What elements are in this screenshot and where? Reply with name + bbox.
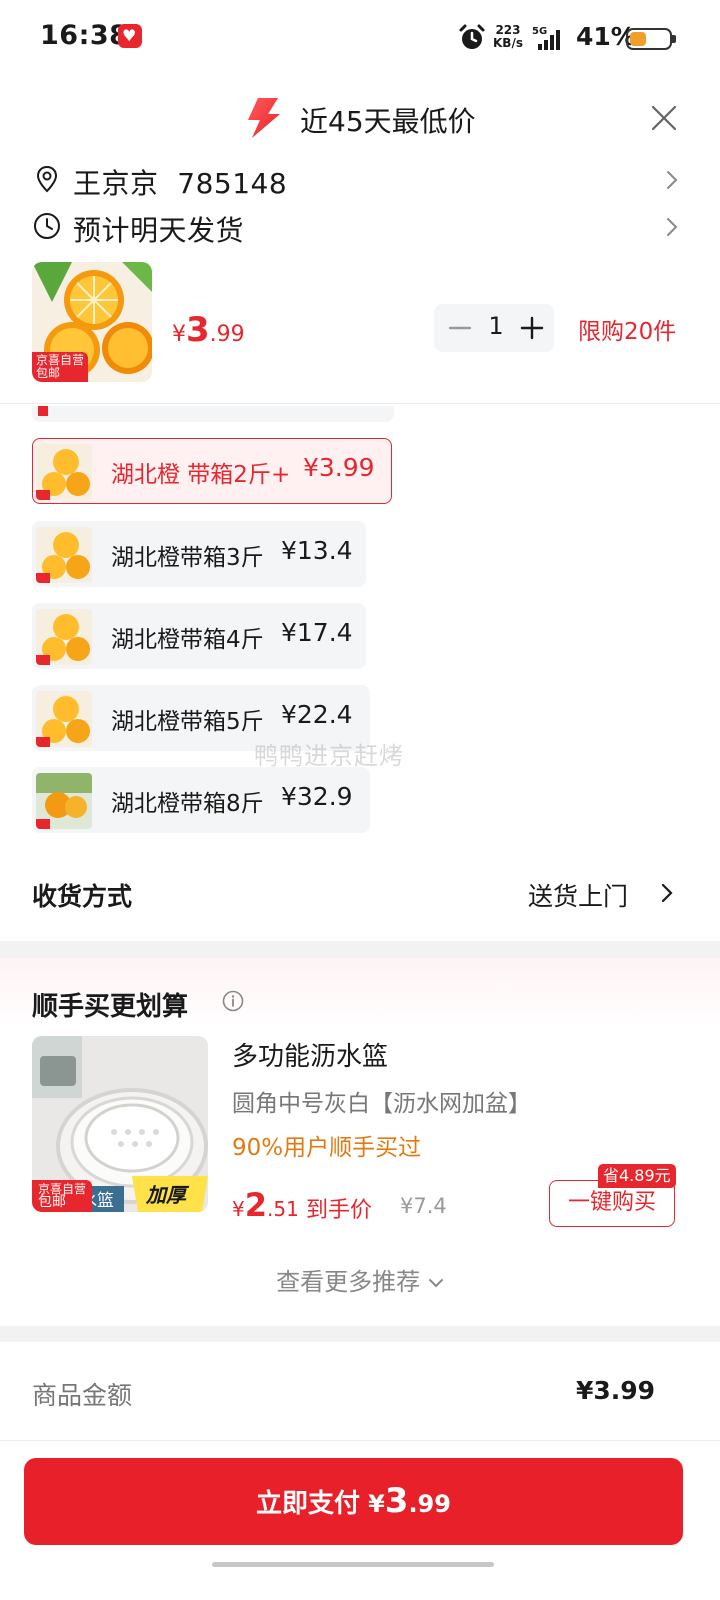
price-decimal: .51: [267, 1197, 299, 1221]
recommended-product-tag: 90%用户顺手买过: [232, 1135, 422, 1161]
pay-integer: 3: [384, 1481, 409, 1521]
original-price: ¥7.4: [400, 1194, 447, 1218]
price-integer: 2: [244, 1186, 267, 1224]
variant-price: ¥22.4: [281, 700, 353, 729]
price-symbol: ¥: [232, 1197, 245, 1221]
network-type: 5G: [532, 26, 547, 37]
receive-method-label: 收货方式: [32, 882, 133, 911]
variant-option[interactable]: 湖北橙带箱4斤 ¥17.4: [32, 603, 366, 669]
alarm-icon: [459, 24, 485, 49]
clock-icon: [34, 213, 60, 239]
recommended-product-spec: 圆角中号灰白【沥水网加盆】: [232, 1091, 531, 1117]
info-icon[interactable]: [222, 990, 244, 1012]
thumb-text-thick: 加厚: [145, 1183, 190, 1207]
recommended-product-name[interactable]: 多功能沥水篮: [232, 1036, 388, 1073]
variant-option[interactable]: 湖北橙带箱8斤 ¥32.9: [32, 767, 370, 833]
goods-amount-value: ¥3.99: [576, 1376, 656, 1405]
variant-price: ¥13.4: [281, 536, 353, 565]
address-row[interactable]: 王京京 785148: [0, 160, 720, 200]
pay-decimal: .99: [408, 1490, 451, 1518]
variant-thumbnail: [36, 773, 92, 829]
variant-name: 湖北橙带箱8斤: [111, 791, 264, 817]
signal-icon: 5G: [532, 26, 560, 50]
section-separator: [0, 941, 720, 958]
product-price: ¥3.99: [172, 310, 245, 350]
chevron-down-icon: [428, 1279, 443, 1288]
plus-icon[interactable]: [518, 314, 546, 342]
price-symbol: ¥: [172, 322, 186, 347]
chevron-right-icon: [667, 218, 678, 236]
price-integer: 3: [186, 310, 210, 350]
self-operated-badge: 京喜自营 包邮: [32, 352, 89, 382]
variant-price: ¥32.9: [281, 782, 353, 811]
receive-method-value: 送货上门: [528, 882, 629, 911]
page-title: 近45天最低价: [300, 105, 476, 138]
divider: [0, 403, 720, 404]
final-price-label: 到手价: [306, 1198, 373, 1223]
status-bar: 16:38 223 KB/s 5G 41%: [0, 0, 720, 76]
lightning-icon: [248, 98, 280, 138]
delivery-time-row[interactable]: 预计明天发货: [0, 207, 720, 247]
variant-price: ¥17.4: [281, 618, 353, 647]
variant-name: 湖北橙带箱4斤: [111, 627, 264, 653]
savings-badge: 省4.89元: [598, 1164, 676, 1188]
battery-icon: [626, 28, 676, 50]
net-speed-unit: KB/s: [493, 36, 523, 50]
purchase-limit: 限购20件: [578, 319, 677, 345]
app-notification-icon: [118, 24, 142, 48]
more-recommendations-label: 查看更多推荐: [276, 1268, 421, 1296]
close-icon[interactable]: [650, 104, 678, 132]
price-decimal: .99: [209, 322, 245, 347]
variant-name: 湖北橙带箱3斤: [111, 545, 264, 571]
quantity-value[interactable]: 1: [486, 312, 506, 340]
badge-line2: 包邮: [36, 366, 61, 380]
location-pin-icon: [36, 165, 58, 193]
pay-label: 立即支付: [256, 1489, 361, 1519]
variant-option[interactable]: 湖北橙 带箱2斤+ ¥3.99: [32, 438, 392, 504]
variant-thumbnail: [36, 691, 92, 747]
goods-amount-label: 商品金额: [32, 1381, 133, 1410]
chevron-right-icon: [667, 171, 678, 189]
minus-icon[interactable]: [446, 314, 474, 342]
watermark-text: 鸭鸭进京赶烤: [254, 742, 404, 770]
quantity-stepper: 1: [434, 304, 554, 352]
variant-option-partial[interactable]: [32, 406, 394, 422]
delivery-text: 预计明天发货: [73, 214, 245, 247]
pay-symbol: ¥: [368, 1490, 385, 1518]
recommendation-title: 顺手买更划算: [32, 992, 189, 1022]
variant-option[interactable]: 湖北橙带箱3斤 ¥13.4: [32, 521, 366, 587]
divider: [0, 1440, 720, 1441]
variant-name: 湖北橙 带箱2斤+: [111, 462, 291, 488]
variant-price: ¥3.99: [303, 453, 375, 482]
sheet-header: 近45天最低价: [0, 92, 720, 148]
variant-thumbnail: [36, 444, 92, 500]
variant-thumbnail: [36, 609, 92, 665]
recommended-product-image[interactable]: 水篮 加厚 京喜自营 包邮: [32, 1036, 208, 1212]
badge-line2: 包邮: [38, 1194, 66, 1210]
net-speed: 223 KB/s: [493, 24, 523, 50]
status-time: 16:38: [40, 20, 129, 51]
chevron-right-icon: [661, 883, 673, 903]
variant-name: 湖北橙带箱5斤: [111, 709, 264, 735]
section-separator: [0, 1326, 720, 1342]
product-image: 京喜自营 包邮: [32, 262, 152, 382]
recommended-product-price: ¥2.51: [232, 1186, 299, 1224]
self-operated-badge: 京喜自营 包邮: [32, 1180, 93, 1212]
more-recommendations-link[interactable]: 查看更多推荐: [0, 1262, 720, 1297]
home-indicator[interactable]: [212, 1562, 494, 1567]
variant-thumbnail: [36, 527, 92, 583]
address-name-code: 王京京 785148: [73, 167, 288, 200]
pay-now-button[interactable]: 立即支付 ¥3.99: [24, 1458, 683, 1545]
